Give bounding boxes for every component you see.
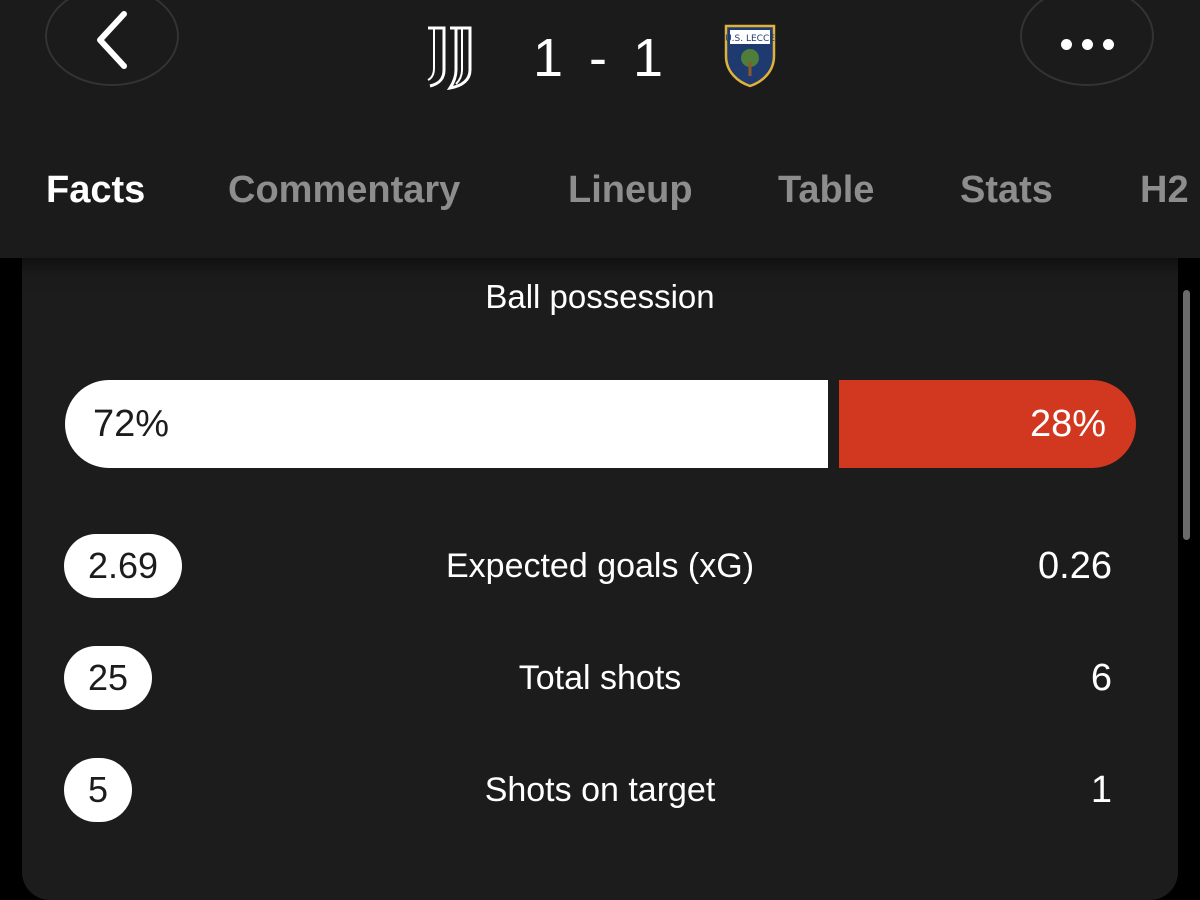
- juventus-crest-icon: [427, 26, 472, 90]
- tab-commentary[interactable]: Commentary: [228, 160, 460, 220]
- home-score: 1: [532, 28, 567, 88]
- away-score: 1: [632, 28, 668, 88]
- chevron-left-icon: [97, 11, 127, 69]
- stat-label: Total shots: [518, 659, 682, 697]
- stat-label: Shots on target: [484, 771, 716, 809]
- possession-home-value: 72%: [93, 403, 170, 445]
- tab-bar: Facts Commentary Lineup Table Stats H2: [0, 160, 1200, 220]
- tab-h2h[interactable]: H2: [1140, 160, 1189, 220]
- tab-stats[interactable]: Stats: [960, 160, 1053, 220]
- stat-home-value: 25: [64, 646, 153, 710]
- back-button[interactable]: [45, 0, 179, 86]
- possession-home-bar: 72%: [65, 380, 828, 468]
- tab-table[interactable]: Table: [778, 160, 874, 220]
- stat-row-shots-on-target: 5 Shots on target 1: [0, 758, 1200, 828]
- score-separator: -: [589, 28, 611, 88]
- stat-away-value: 6: [1090, 657, 1112, 699]
- scrollbar[interactable]: [1183, 290, 1190, 540]
- stat-row-xg: 2.69 Expected goals (xG) 0.26: [0, 534, 1200, 604]
- lecce-crest-icon: U.S. LECCE: [724, 24, 776, 88]
- stat-home-value: 2.69: [64, 534, 183, 598]
- possession-title: Ball possession: [485, 278, 715, 315]
- possession-away-value: 28%: [1029, 403, 1106, 445]
- match-header: 1 - 1 U.S. LECCE Facts Commentary Lineup…: [0, 0, 1200, 258]
- stat-away-value: 1: [1090, 769, 1112, 811]
- stat-away-value: 0.26: [1038, 545, 1112, 587]
- tab-lineup[interactable]: Lineup: [568, 160, 693, 220]
- stat-label: Expected goals (xG): [445, 547, 755, 585]
- match-score: 1 - 1: [520, 26, 680, 90]
- more-icon: [1060, 38, 1114, 50]
- more-options-button[interactable]: [1020, 0, 1154, 86]
- svg-text:U.S. LECCE: U.S. LECCE: [725, 34, 775, 44]
- stat-row-total-shots: 25 Total shots 6: [0, 646, 1200, 716]
- tab-facts[interactable]: Facts: [46, 160, 145, 220]
- stat-home-value: 5: [64, 758, 133, 822]
- possession-away-bar: 28%: [839, 380, 1136, 468]
